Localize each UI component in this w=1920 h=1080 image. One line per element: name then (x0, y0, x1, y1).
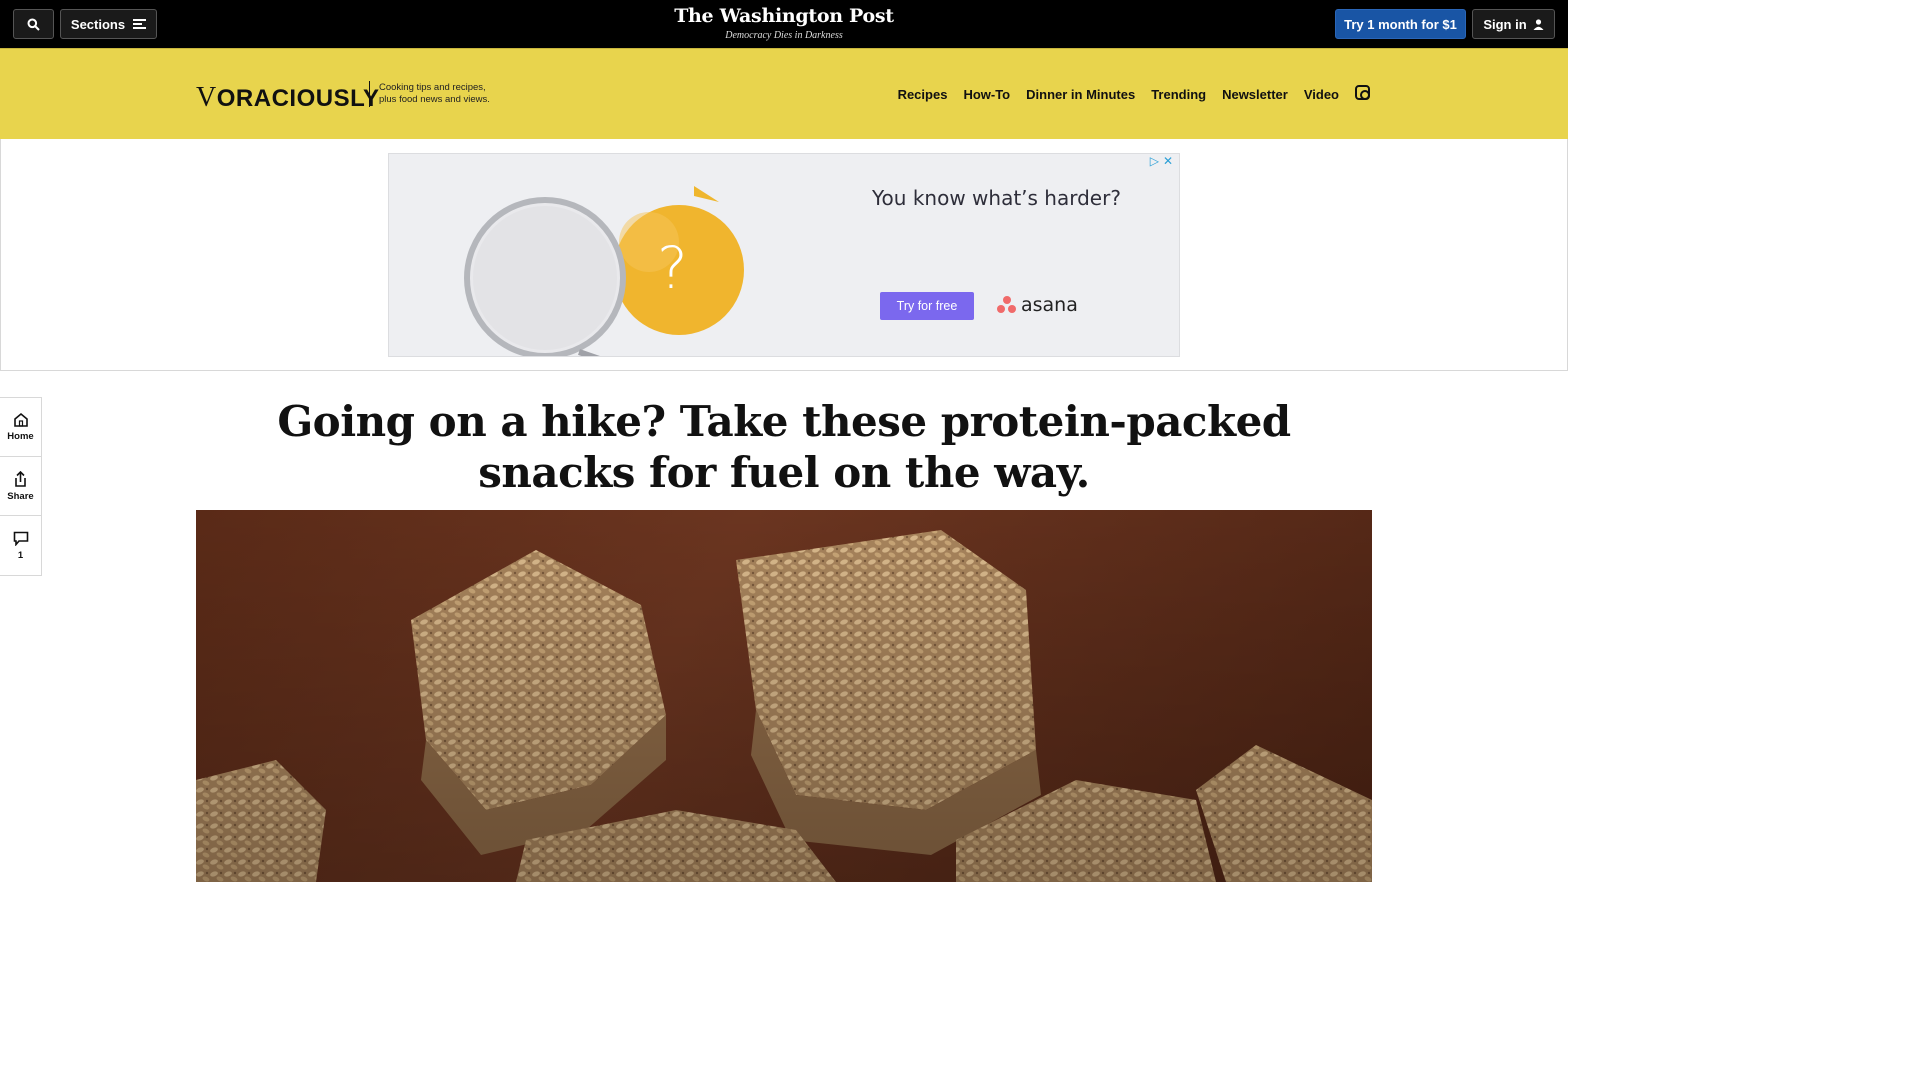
sign-in-button[interactable]: Sign in (1472, 9, 1555, 39)
asana-logo: asana (997, 294, 1078, 316)
ad-question-mark: ? (657, 234, 688, 302)
magnifier-illustration (464, 186, 744, 356)
home-icon (13, 412, 28, 427)
voraciously-logo-text: ORACIOUSLY (216, 85, 380, 112)
asana-dots-icon (997, 296, 1017, 314)
ad-close-icon[interactable]: ✕ (1163, 154, 1173, 168)
sign-in-label: Sign in (1483, 16, 1527, 32)
article-headline: Going on a hike? Take these protein-pack… (277, 397, 1291, 497)
divider (369, 81, 370, 107)
side-rail: Home Share 1 (0, 397, 42, 576)
tagline: Democracy Dies in Darkness (725, 30, 843, 41)
rail-share-label: Share (7, 490, 34, 502)
asana-wordmark: asana (1021, 294, 1078, 316)
nav-trending[interactable]: Trending (1151, 87, 1206, 102)
user-icon (1533, 18, 1544, 30)
rail-comments-count: 1 (17, 549, 24, 561)
rail-home[interactable]: Home (0, 398, 41, 457)
voraciously-logo[interactable]: VORACIOUSLY (196, 82, 380, 114)
nav-newsletter[interactable]: Newsletter (1222, 87, 1288, 102)
adchoices-icon[interactable]: ▷ (1150, 154, 1159, 168)
ad-controls: ▷ ✕ (1150, 154, 1173, 168)
granola-bars-photo (196, 510, 1372, 882)
rail-home-label: Home (7, 431, 34, 442)
nav-recipes[interactable]: Recipes (898, 87, 948, 102)
voraciously-description: Cooking tips and recipes, plus food news… (379, 82, 490, 106)
voraciously-header: VORACIOUSLY Cooking tips and recipes, pl… (0, 48, 1568, 139)
share-icon (15, 470, 26, 487)
nav-dinner-in-minutes[interactable]: Dinner in Minutes (1026, 87, 1135, 102)
subscribe-button[interactable]: Try 1 month for $1 (1335, 9, 1466, 39)
voraciously-nav: Recipes How-To Dinner in Minutes Trendin… (898, 85, 1370, 102)
description-line-1: Cooking tips and recipes, (379, 82, 486, 93)
voraciously-logo-v: V (196, 82, 217, 113)
advertisement[interactable]: ▷ ✕ ? You know what’s harder? Try for fr… (388, 153, 1180, 357)
rail-comments[interactable]: 1 (0, 516, 41, 575)
rail-share[interactable]: Share (0, 457, 41, 516)
washington-post-logo[interactable]: The Washington Post (0, 5, 1568, 27)
nav-how-to[interactable]: How-To (963, 87, 1010, 102)
instagram-icon[interactable] (1355, 85, 1370, 100)
top-navigation-bar: Sections The Washington Post Democracy D… (0, 0, 1568, 48)
nav-video[interactable]: Video (1304, 87, 1339, 102)
description-line-2: plus food news and views. (379, 94, 490, 105)
ad-headline: You know what’s harder? (872, 186, 1121, 210)
article-hero-image (196, 510, 1372, 882)
ad-cta-button[interactable]: Try for free (880, 292, 974, 320)
comment-icon (13, 531, 28, 546)
